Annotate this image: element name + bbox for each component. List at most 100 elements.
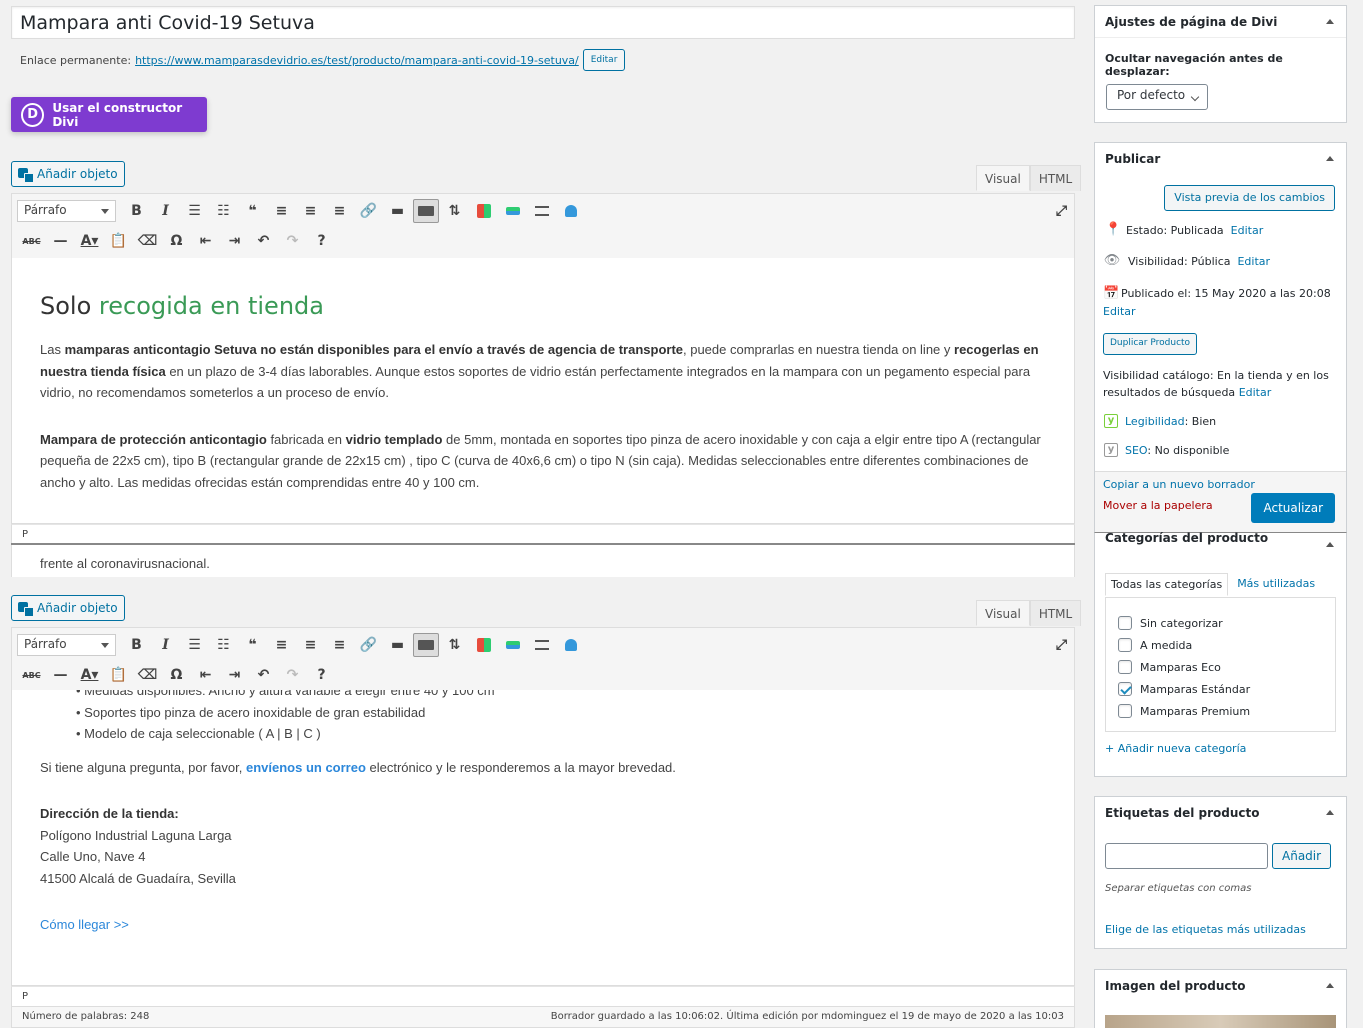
- color-blocks-icon[interactable]: [469, 633, 498, 657]
- category-item[interactable]: Mamparas Eco: [1118, 656, 1323, 678]
- table-icon[interactable]: [527, 199, 556, 223]
- align-left-icon[interactable]: ≡: [267, 633, 296, 657]
- add-media-button[interactable]: Añadir objeto: [11, 595, 125, 621]
- redo-icon[interactable]: ↷: [278, 229, 307, 253]
- date-edit-link[interactable]: Editar: [1103, 305, 1136, 318]
- product-image-header[interactable]: Imagen del producto: [1095, 970, 1346, 1002]
- hide-nav-select[interactable]: Por defecto: [1106, 84, 1208, 110]
- help-icon[interactable]: ?: [307, 663, 336, 687]
- add-category-link[interactable]: + Añadir nueva categoría: [1105, 742, 1246, 755]
- category-item[interactable]: A medida: [1118, 634, 1323, 656]
- category-item[interactable]: Mamparas Estándar: [1118, 678, 1323, 700]
- outdent-icon[interactable]: ⇤: [191, 663, 220, 687]
- fullscreen-icon[interactable]: ⤢: [1047, 633, 1076, 657]
- tab-most-used[interactable]: Más utilizadas: [1228, 573, 1324, 596]
- indent-icon[interactable]: ⇥: [220, 229, 249, 253]
- table-icon[interactable]: [527, 633, 556, 657]
- bold-icon[interactable]: B: [122, 633, 151, 657]
- tab-visual[interactable]: Visual: [976, 165, 1030, 191]
- toolbar-toggle-icon[interactable]: [413, 199, 439, 223]
- align-center-icon[interactable]: ≡: [296, 633, 325, 657]
- duplicate-product-button[interactable]: Duplicar Producto: [1103, 333, 1198, 355]
- layers-icon[interactable]: [498, 633, 527, 657]
- preview-changes-button[interactable]: Vista previa de los cambios: [1164, 185, 1335, 211]
- category-item[interactable]: Mamparas Premium: [1118, 700, 1323, 722]
- category-checkbox[interactable]: [1118, 638, 1132, 652]
- align-right-icon[interactable]: ≡: [325, 633, 354, 657]
- outdent-icon[interactable]: ⇤: [191, 229, 220, 253]
- layers-icon[interactable]: [498, 199, 527, 223]
- update-button[interactable]: Actualizar: [1251, 493, 1335, 523]
- bold-icon[interactable]: B: [122, 199, 151, 223]
- permalink-url[interactable]: https://www.mamparasdevidrio.es/test/pro…: [135, 54, 579, 67]
- undo-icon[interactable]: ↶: [249, 663, 278, 687]
- add-media-button[interactable]: Añadir objeto: [11, 161, 125, 187]
- post-title-input[interactable]: Mampara anti Covid-19 Setuva: [11, 6, 1075, 39]
- tag-input[interactable]: [1105, 843, 1268, 869]
- horizontal-line-icon[interactable]: —: [46, 663, 75, 687]
- toolbar-toggle-icon[interactable]: [413, 633, 439, 657]
- user-icon[interactable]: [556, 633, 585, 657]
- clear-format-icon[interactable]: ⌫: [133, 229, 162, 253]
- add-tag-button[interactable]: Añadir: [1272, 843, 1332, 869]
- align-right-icon[interactable]: ≡: [325, 199, 354, 223]
- seo-link[interactable]: SEO: [1125, 444, 1147, 457]
- visibility-edit-link[interactable]: Editar: [1237, 255, 1270, 268]
- divi-settings-header[interactable]: Ajustes de página de Divi: [1095, 6, 1346, 38]
- categories-header[interactable]: Categorías del producto: [1095, 529, 1346, 551]
- status-edit-link[interactable]: Editar: [1231, 224, 1264, 237]
- readability-link[interactable]: Legibilidad: [1125, 415, 1185, 428]
- link-icon[interactable]: 🔗: [354, 199, 383, 223]
- horizontal-line-icon[interactable]: —: [46, 229, 75, 253]
- read-more-icon[interactable]: ▬: [383, 633, 412, 657]
- editor-content[interactable]: Solo recogida en tienda Las mamparas ant…: [11, 258, 1075, 524]
- link-icon[interactable]: 🔗: [354, 633, 383, 657]
- undo-icon[interactable]: ↶: [249, 229, 278, 253]
- italic-icon[interactable]: I: [151, 199, 180, 223]
- category-checkbox[interactable]: [1118, 616, 1132, 630]
- format-select[interactable]: Párrafo: [17, 200, 116, 222]
- redo-icon[interactable]: ↷: [278, 663, 307, 687]
- numbered-list-icon[interactable]: ☷: [209, 633, 238, 657]
- bullet-list-icon[interactable]: ☰: [180, 199, 209, 223]
- text-color-icon[interactable]: A▾: [75, 229, 104, 253]
- align-left-icon[interactable]: ≡: [267, 199, 296, 223]
- format-select[interactable]: Párrafo: [17, 634, 116, 656]
- category-checkbox[interactable]: [1118, 660, 1132, 674]
- divi-builder-button[interactable]: D Usar el constructor Divi: [11, 97, 207, 132]
- category-item[interactable]: Sin categorizar: [1118, 612, 1323, 634]
- tab-html[interactable]: HTML: [1029, 600, 1082, 626]
- trash-link[interactable]: Mover a la papelera: [1103, 499, 1213, 512]
- editor-content[interactable]: • Medidas disponibles: Ancho y altura va…: [11, 690, 1075, 986]
- category-checkbox-checked[interactable]: [1118, 682, 1132, 696]
- shortcode-icon[interactable]: ⇅: [440, 633, 469, 657]
- indent-icon[interactable]: ⇥: [220, 663, 249, 687]
- blockquote-icon[interactable]: ❝: [238, 199, 267, 223]
- tab-all-categories[interactable]: Todas las categorías: [1105, 573, 1229, 596]
- tags-header[interactable]: Etiquetas del producto: [1095, 797, 1346, 829]
- text-color-icon[interactable]: A▾: [75, 663, 104, 687]
- publish-header[interactable]: Publicar: [1095, 143, 1346, 175]
- shortcode-icon[interactable]: ⇅: [440, 199, 469, 223]
- copy-draft-link[interactable]: Copiar a un nuevo borrador: [1103, 478, 1255, 491]
- user-icon[interactable]: [556, 199, 585, 223]
- product-image-thumbnail[interactable]: [1105, 1015, 1336, 1028]
- choose-tags-link[interactable]: Elige de las etiquetas más utilizadas: [1105, 923, 1306, 936]
- paste-text-icon[interactable]: 📋: [104, 229, 133, 253]
- directions-link[interactable]: Cómo llegar >>: [40, 914, 1046, 936]
- special-char-icon[interactable]: Ω: [162, 663, 191, 687]
- special-char-icon[interactable]: Ω: [162, 229, 191, 253]
- help-icon[interactable]: ?: [307, 229, 336, 253]
- catalog-edit-link[interactable]: Editar: [1239, 386, 1272, 399]
- numbered-list-icon[interactable]: ☷: [209, 199, 238, 223]
- fullscreen-icon[interactable]: ⤢: [1047, 199, 1076, 223]
- strikethrough-icon[interactable]: ABC: [17, 229, 46, 253]
- paste-text-icon[interactable]: 📋: [104, 663, 133, 687]
- permalink-edit-button[interactable]: Editar: [582, 49, 626, 71]
- tab-html[interactable]: HTML: [1029, 165, 1082, 191]
- italic-icon[interactable]: I: [151, 633, 180, 657]
- read-more-icon[interactable]: ▬: [383, 199, 412, 223]
- align-center-icon[interactable]: ≡: [296, 199, 325, 223]
- bullet-list-icon[interactable]: ☰: [180, 633, 209, 657]
- color-blocks-icon[interactable]: [469, 199, 498, 223]
